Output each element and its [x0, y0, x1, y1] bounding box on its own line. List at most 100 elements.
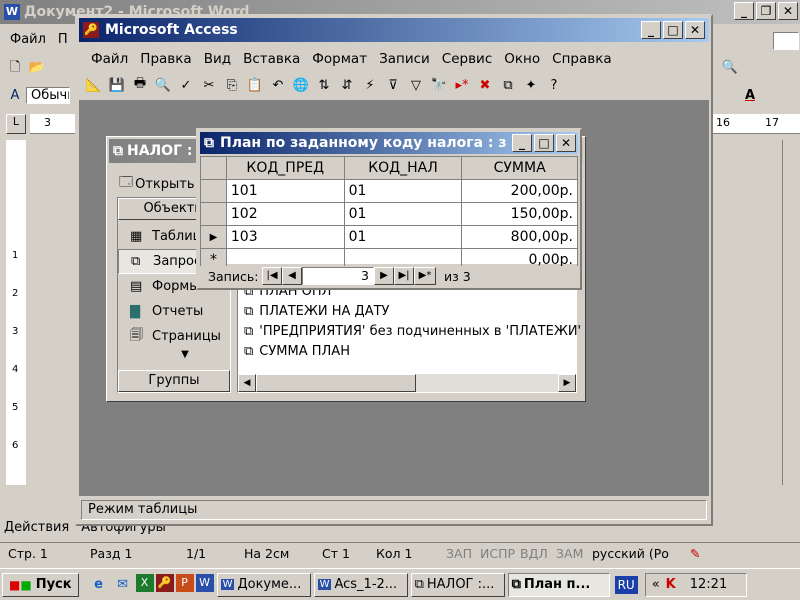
status-ext[interactable]: ВДЛ [520, 546, 556, 561]
access-menu-insert[interactable]: Вставка [237, 51, 306, 67]
access-menu-edit[interactable]: Правка [134, 51, 197, 67]
database-window-icon[interactable]: ⧉ [497, 74, 519, 96]
query-minimize-button[interactable]: _ [512, 134, 532, 152]
objects-scroll-down-icon[interactable]: ▼ [140, 349, 230, 360]
preview-icon[interactable]: 🔍 [152, 74, 174, 96]
new-object-icon[interactable]: ✦ [520, 74, 542, 96]
cell-summa[interactable]: 150,00р. [461, 202, 578, 226]
ruler-tab-selector[interactable]: L [6, 114, 26, 134]
zoom-icon[interactable]: 🔍 [719, 56, 741, 78]
cell-kod-pred[interactable]: 102 [225, 202, 345, 226]
objects-item-pages[interactable]: 🗐 Страницы [118, 324, 230, 349]
start-button[interactable]: ■■ Пуск [2, 572, 79, 597]
view-icon[interactable]: 📐 [83, 74, 105, 96]
list-item[interactable]: ⧉ ПЛАТЕЖИ НА ДАТУ [244, 304, 389, 319]
scroll-thumb[interactable] [256, 374, 416, 392]
sort-desc-icon[interactable]: ⇵ [336, 74, 358, 96]
ie-icon[interactable]: e [88, 574, 110, 596]
status-rec[interactable]: ЗАП [446, 546, 480, 561]
task-button-word2[interactable]: W Acs_1-2... [313, 572, 408, 597]
delete-record-icon[interactable]: ✖ [474, 74, 496, 96]
scroll-left-icon[interactable]: ◀ [238, 374, 256, 392]
nav-next-button[interactable]: ▶ [374, 267, 394, 285]
cell-kod-pred[interactable]: 101 [225, 179, 345, 203]
cell-summa[interactable]: 200,00р. [461, 179, 578, 203]
word-help-box[interactable] [773, 32, 799, 50]
new-doc-icon[interactable]: 🗋 [4, 58, 26, 80]
language-indicator[interactable]: RU [614, 575, 638, 594]
column-header[interactable]: КОД_ПРЕД [225, 156, 345, 180]
sort-asc-icon[interactable]: ⇅ [313, 74, 335, 96]
status-trk[interactable]: ИСПР [480, 546, 520, 561]
hyperlink-icon[interactable]: 🌐 [290, 74, 312, 96]
column-header[interactable]: КОД_НАЛ [343, 156, 463, 180]
access-menu-tools[interactable]: Сервис [436, 51, 498, 67]
word-menu-edit[interactable]: П [52, 32, 74, 47]
row-selector-header[interactable] [200, 156, 227, 180]
access-menu-view[interactable]: Вид [198, 51, 237, 67]
word-icon[interactable]: W [195, 573, 214, 592]
cell-kod-pred[interactable]: 103 [225, 225, 345, 249]
list-item[interactable]: ⧉ 'ПРЕДПРИЯТИЯ' без подчиненных в 'ПЛАТЕЖ… [244, 324, 581, 339]
access-maximize-button[interactable]: □ [663, 21, 683, 39]
nav-first-button[interactable]: |◀ [262, 267, 282, 285]
save-icon[interactable]: 💾 [106, 74, 128, 96]
tray-expand-icon[interactable]: « [652, 577, 660, 592]
access-icon[interactable]: 🔑 [155, 573, 174, 592]
nav-new-button[interactable]: ▶* [414, 267, 436, 285]
filter-selection-icon[interactable]: ⚡ [359, 74, 381, 96]
help-icon[interactable]: ? [543, 74, 565, 96]
task-button-query[interactable]: ⧉ План п... [507, 572, 610, 597]
style-box[interactable]: Обычн [26, 86, 70, 104]
new-record-icon[interactable]: ▸* [451, 74, 473, 96]
access-minimize-button[interactable]: _ [641, 21, 661, 39]
cut-icon[interactable]: ✂ [198, 74, 220, 96]
filter-form-icon[interactable]: ⊽ [382, 74, 404, 96]
apply-filter-icon[interactable]: ▽ [405, 74, 427, 96]
nav-current-input[interactable]: 3 [302, 267, 374, 285]
word-minimize-button[interactable]: _ [734, 2, 754, 20]
spelling-icon[interactable]: ✓ [175, 74, 197, 96]
word-close-button[interactable]: ✕ [778, 2, 798, 20]
task-button-word[interactable]: W Докуме... [216, 572, 311, 597]
word-menu-file[interactable]: Файл [4, 32, 52, 47]
objects-item-reports[interactable]: ▇ Отчеты [118, 299, 230, 324]
open-folder-icon[interactable]: 📂 [26, 56, 48, 78]
powerpoint-icon[interactable]: P [175, 573, 194, 592]
excel-icon[interactable]: X [135, 573, 154, 592]
access-close-button[interactable]: ✕ [685, 21, 705, 39]
nav-last-button[interactable]: ▶| [394, 267, 414, 285]
access-menu-help[interactable]: Справка [546, 51, 617, 67]
query-maximize-button[interactable]: □ [534, 134, 554, 152]
db-open-button[interactable]: 🗔 Открыть [119, 173, 195, 195]
actions-menu[interactable]: Действия [4, 520, 69, 535]
access-menu-file[interactable]: Файл [85, 51, 134, 67]
cell-kod-nal[interactable]: 01 [343, 202, 463, 226]
cell-kod-nal[interactable]: 01 [343, 225, 463, 249]
paste-icon[interactable]: 📋 [244, 74, 266, 96]
row-selector[interactable] [200, 202, 227, 226]
nav-prev-button[interactable]: ◀ [282, 267, 302, 285]
column-header[interactable]: СУММА [461, 156, 578, 180]
word-vscrollbar[interactable] [782, 140, 800, 485]
word-restore-button[interactable]: ❐ [756, 2, 776, 20]
copy-icon[interactable]: ⎘ [221, 74, 243, 96]
outlook-icon[interactable]: ✉ [112, 574, 134, 596]
row-selector[interactable] [200, 179, 227, 203]
status-ovr[interactable]: ЗАМ [556, 546, 592, 561]
current-row-selector[interactable]: ▶ [200, 225, 227, 249]
font-color-icon[interactable]: A [739, 84, 761, 106]
db-list-hscrollbar[interactable]: ◀ ▶ [238, 374, 576, 392]
groups-header[interactable]: Группы [118, 370, 230, 392]
access-menu-records[interactable]: Записи [373, 51, 436, 67]
list-item[interactable]: ⧉ СУММА ПЛАН [244, 344, 350, 359]
cell-summa[interactable]: 800,00р. [461, 225, 578, 249]
task-button-db[interactable]: ⧉ НАЛОГ :... [410, 572, 505, 597]
access-menu-window[interactable]: Окно [498, 51, 546, 67]
query-close-button[interactable]: ✕ [556, 134, 576, 152]
scroll-right-icon[interactable]: ▶ [558, 374, 576, 392]
cell-kod-nal[interactable]: 01 [343, 179, 463, 203]
spelling-status-icon[interactable]: ✎ [690, 546, 700, 561]
antivirus-icon[interactable]: K [666, 577, 676, 592]
find-icon[interactable]: 🔭 [428, 74, 450, 96]
